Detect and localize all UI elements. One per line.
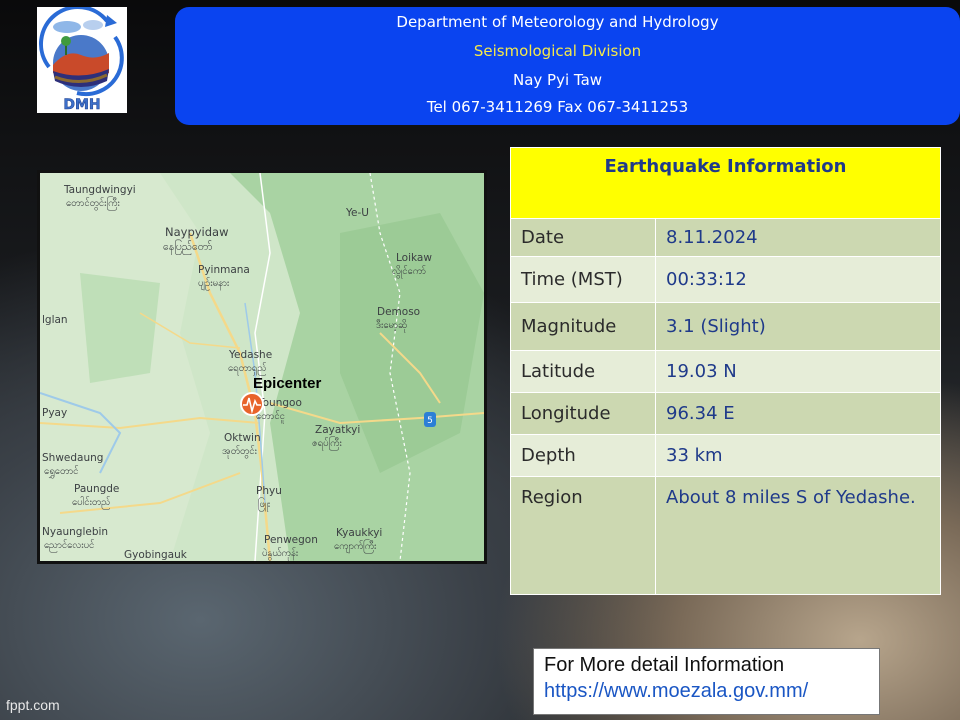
row-value-magnitude: 3.1 (Slight) — [655, 302, 941, 351]
map-label-phyu: Phyu — [256, 485, 282, 497]
map-label-naypyidaw: Naypyidaw — [165, 225, 229, 239]
map-label-gyobingauk: Gyobingauk — [124, 549, 188, 561]
row-label-magnitude: Magnitude — [510, 302, 656, 351]
contact-info: Tel 067-3411269 Fax 067-3411253 — [426, 98, 689, 116]
row-value-depth: 33 km — [655, 434, 941, 477]
row-value-longitude: 96.34 E — [655, 392, 941, 435]
map-label-pyinmana-local: ပျဉ်းမနား — [198, 278, 230, 290]
header-banner: Department of Meteorology and Hydrology … — [175, 7, 960, 125]
more-info-box: For More detail Information https://www.… — [533, 648, 880, 715]
table-row: Latitude 19.03 N — [510, 350, 941, 393]
row-label-region: Region — [510, 476, 656, 595]
map-label-pyinmana: Pyinmana — [198, 264, 250, 276]
map-label-ye-u: Ye-U — [345, 207, 369, 219]
earthquake-info-table: Earthquake Information Date 8.11.2024 Ti… — [510, 147, 941, 595]
more-info-label: For More detail Information — [544, 654, 785, 676]
map-label-shwedaung: Shwedaung — [42, 452, 103, 464]
table-row: Magnitude 3.1 (Slight) — [510, 302, 941, 351]
row-label-date: Date — [510, 218, 656, 257]
map-label-kyaukkyi: Kyaukkyi — [336, 527, 382, 539]
city-name: Nay Pyi Taw — [512, 71, 603, 89]
map-label-oktwin-local: အုတ်တွင်း — [222, 446, 257, 458]
map-label-lglan: lglan — [42, 314, 68, 326]
epicenter-label: Epicenter — [253, 375, 322, 392]
table-row: Date 8.11.2024 — [510, 218, 941, 257]
map-label-pyay: Pyay — [42, 407, 67, 419]
map-label-taungdwingyi: Taungdwingyi — [63, 184, 136, 196]
row-value-latitude: 19.03 N — [655, 350, 941, 393]
map-label-kyaukkyi-local: ကျောက်ကြီး — [334, 540, 377, 553]
map-label-loikaw: Loikaw — [396, 252, 432, 264]
map-label-loikaw-local: လွိုင်ကော် — [392, 266, 426, 278]
map-label-toungoo-local: တောင်ငူ — [256, 411, 285, 423]
row-value-region: About 8 miles S of Yedashe. — [655, 476, 941, 595]
row-label-depth: Depth — [510, 434, 656, 477]
map-label-yedashe-local: ရေတာရှည် — [228, 363, 267, 375]
row-value-time: 00:33:12 — [655, 256, 941, 303]
table-title: Earthquake Information — [510, 147, 941, 219]
map-label-demoso: Demoso — [377, 306, 420, 318]
map-label-zayatkyi: Zayatkyi — [315, 424, 360, 436]
map-label-zayatkyi-local: ဇရပ်ကြီး — [312, 437, 342, 450]
map-label-naypyidaw-local: နေပြည်တော် — [163, 239, 212, 255]
department-title: Department of Meteorology and Hydrology — [396, 13, 719, 31]
footer-watermark: fppt.com — [6, 697, 60, 713]
map-label-taungdwingyi-local: တောင်တွင်းကြီး — [66, 197, 120, 210]
dmh-logo: DMH — [37, 7, 127, 113]
map-label-paungde-local: ပေါင်းတည် — [72, 497, 111, 509]
map-label-yedashe: Yedashe — [228, 349, 272, 361]
table-row: Longitude 96.34 E — [510, 392, 941, 435]
more-info-link[interactable]: https://www.moezala.gov.mm/ — [544, 680, 869, 703]
road-shield-label: 5 — [427, 416, 433, 426]
epicenter-map: Taungdwingyi တောင်တွင်းကြီး Naypyidaw နေ… — [37, 170, 487, 564]
map-label-shwedaung-local: ရွှေတောင် — [44, 466, 79, 478]
row-value-date: 8.11.2024 — [655, 218, 941, 257]
logo-text: DMH — [63, 97, 100, 113]
row-label-longitude: Longitude — [510, 392, 656, 435]
map-label-phyu-local: ဖြူး — [258, 498, 271, 511]
row-label-time: Time (MST) — [510, 256, 656, 303]
map-label-oktwin: Oktwin — [224, 432, 261, 444]
table-row: Depth 33 km — [510, 434, 941, 477]
map-label-demoso-local: ဒီးမော့ဆို — [376, 320, 407, 332]
row-label-latitude: Latitude — [510, 350, 656, 393]
map-label-paungde: Paungde — [74, 483, 119, 495]
table-row: Time (MST) 00:33:12 — [510, 256, 941, 303]
epicenter-marker-icon — [240, 392, 264, 416]
map-label-penwegon-local: ပဲနွယ်ကုန်း — [262, 548, 299, 560]
map-label-nyaunglebin: Nyaunglebin — [42, 526, 108, 538]
map-label-penwegon: Penwegon — [264, 534, 318, 546]
division-title: Seismological Division — [473, 42, 642, 60]
map-label-nyaunglebin-local: ညောင်လေးပင် — [44, 540, 95, 552]
table-row: Region About 8 miles S of Yedashe. — [510, 476, 941, 595]
